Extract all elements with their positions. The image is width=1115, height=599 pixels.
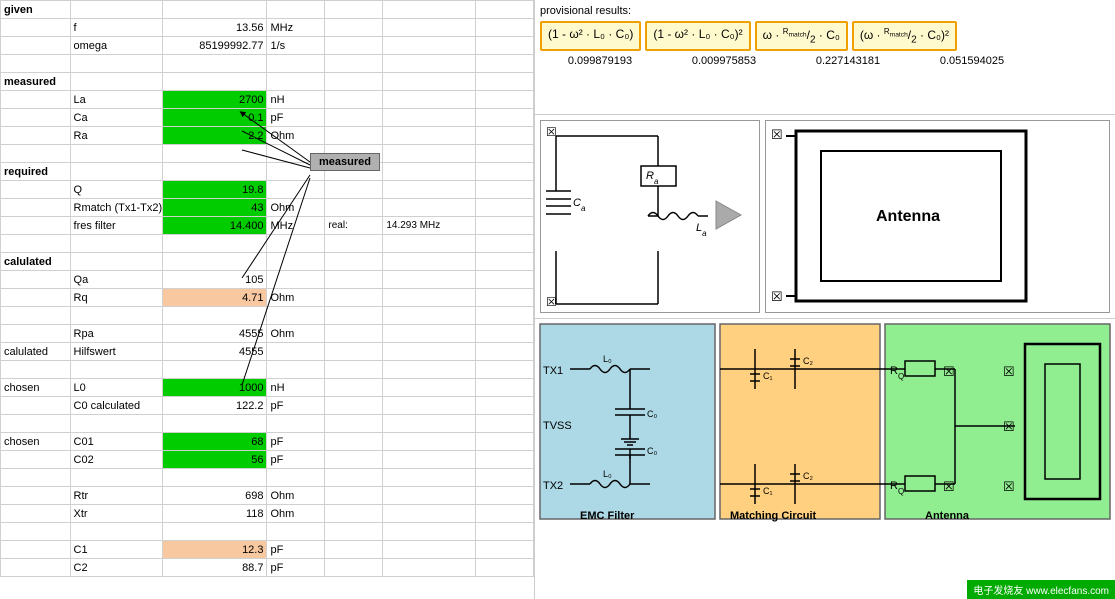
svg-text:☒: ☒ (771, 289, 783, 304)
table-row: C1 12.3 pF (1, 541, 534, 559)
svg-text:EMC Filter: EMC Filter (580, 510, 635, 522)
svg-text:La: La (696, 222, 707, 238)
table-row: f 13.56 MHz (1, 19, 534, 37)
table-row: C0 calculated 122.2 pF (1, 397, 534, 415)
table-row: Rq 4.71 Ohm (1, 289, 534, 307)
table-row: Rmatch (Tx1-Tx2) 43 Ohm (1, 199, 534, 217)
table-row: Xtr 118 Ohm (1, 505, 534, 523)
formula-box-3: ω · Rmatch/2 · C₀ (755, 21, 848, 51)
provisional-label: provisional results: (540, 5, 1110, 17)
table-row: calulated Hilfswert 4555 (1, 343, 534, 361)
svg-text:C₀: C₀ (647, 409, 657, 419)
svg-text:☒: ☒ (943, 364, 955, 379)
antenna-schematic: ☒ ☒ Ca Ra (540, 120, 760, 313)
spreadsheet-area: given f 13.56 MHz omega 85199992. (0, 0, 535, 599)
main-container: given f 13.56 MHz omega 85199992. (0, 0, 1115, 599)
formula-values: 0.099879193 0.009975853 0.227143181 0.05… (540, 55, 1110, 67)
formula-box-2: (1 - ω² · L₀ · C₀)² (645, 21, 750, 51)
svg-text:TVSS: TVSS (543, 420, 572, 432)
svg-text:☒: ☒ (943, 479, 955, 494)
table-row: fres filter 14.400 MHz real: 14.293 MHz (1, 217, 534, 235)
bottom-circuit-svg: EMC Filter Matching Circuit Antenna TX1 … (535, 319, 1115, 529)
table-row: La 2700 nH (1, 91, 534, 109)
measured-tooltip: measured (310, 153, 380, 171)
svg-text:C₁: C₁ (763, 371, 773, 381)
svg-text:C₀: C₀ (647, 446, 657, 456)
antenna-svg: ☒ ☒ Ca Ra (541, 121, 751, 309)
svg-text:L₀: L₀ (603, 469, 612, 479)
table-row (1, 55, 534, 73)
table-row (1, 307, 534, 325)
table-row: C2 88.7 pF (1, 559, 534, 577)
table-row (1, 523, 534, 541)
formula-box-1: (1 - ω² · L₀ · C₀) (540, 21, 641, 51)
svg-text:Ra: Ra (646, 170, 659, 186)
svg-text:Matching Circuit: Matching Circuit (730, 510, 817, 522)
svg-text:TX1: TX1 (543, 365, 563, 377)
table-row: Qa 105 (1, 271, 534, 289)
circuit-diagrams-row: ☒ ☒ Ca Ra (535, 115, 1115, 318)
section-calulated: calulated (1, 253, 71, 271)
svg-text:☒: ☒ (546, 295, 557, 309)
svg-text:C₁: C₁ (763, 486, 773, 496)
svg-text:Antenna: Antenna (925, 510, 970, 522)
svg-text:Antenna: Antenna (876, 208, 940, 225)
svg-text:☒: ☒ (546, 125, 557, 139)
bottom-circuit-area: EMC Filter Matching Circuit Antenna TX1 … (535, 318, 1115, 599)
svg-text:☒: ☒ (1003, 479, 1015, 494)
svg-text:TX2: TX2 (543, 480, 563, 492)
formulas-area: provisional results: (1 - ω² · L₀ · C₀) … (535, 0, 1115, 115)
table-row (1, 469, 534, 487)
table-row: Rpa 4555 Ohm (1, 325, 534, 343)
table-row (1, 415, 534, 433)
formula-value-3: 0.227143181 (788, 55, 908, 67)
antenna-drawing: ☒ ☒ Antenna (765, 120, 1110, 313)
section-required: required (1, 163, 71, 181)
svg-text:☒: ☒ (771, 127, 783, 142)
formula-value-4: 0.051594025 (912, 55, 1032, 67)
section-measured: measured (1, 73, 71, 91)
right-panel: provisional results: (1 - ω² · L₀ · C₀) … (535, 0, 1115, 599)
table-row: Rtr 698 Ohm (1, 487, 534, 505)
svg-text:☒: ☒ (1003, 364, 1015, 379)
table-row: chosen L0 1000 nH (1, 379, 534, 397)
formula-value-1: 0.099879193 (540, 55, 660, 67)
formula-value-2: 0.009975853 (664, 55, 784, 67)
svg-text:C₂: C₂ (803, 356, 813, 366)
table-row: required (1, 163, 534, 181)
watermark: 电子发烧友 www.elecfans.com (967, 580, 1115, 599)
table-row: measured (1, 73, 534, 91)
data-grid: given f 13.56 MHz omega 85199992. (0, 0, 534, 577)
antenna-diagram-svg: ☒ ☒ Antenna (766, 121, 1109, 309)
table-row: given (1, 1, 534, 19)
svg-text:L₀: L₀ (603, 354, 612, 364)
table-row: chosen C01 68 pF (1, 433, 534, 451)
table-row: Q 19.8 (1, 181, 534, 199)
svg-text:C₂: C₂ (803, 471, 813, 481)
table-row (1, 145, 534, 163)
formula-boxes: (1 - ω² · L₀ · C₀) (1 - ω² · L₀ · C₀)² ω… (540, 21, 1110, 51)
table-row (1, 361, 534, 379)
svg-text:Ca: Ca (573, 197, 586, 213)
formula-box-4: (ω · Rmatch/2 · C₀)² (852, 21, 957, 51)
table-row: Ca 0.1 pF (1, 109, 534, 127)
section-given: given (1, 1, 71, 19)
table-row (1, 235, 534, 253)
table-row: calulated (1, 253, 534, 271)
table-row: C02 56 pF (1, 451, 534, 469)
table-row: omega 85199992.77 1/s (1, 37, 534, 55)
table-row: Ra 2.2 Ohm (1, 127, 534, 145)
